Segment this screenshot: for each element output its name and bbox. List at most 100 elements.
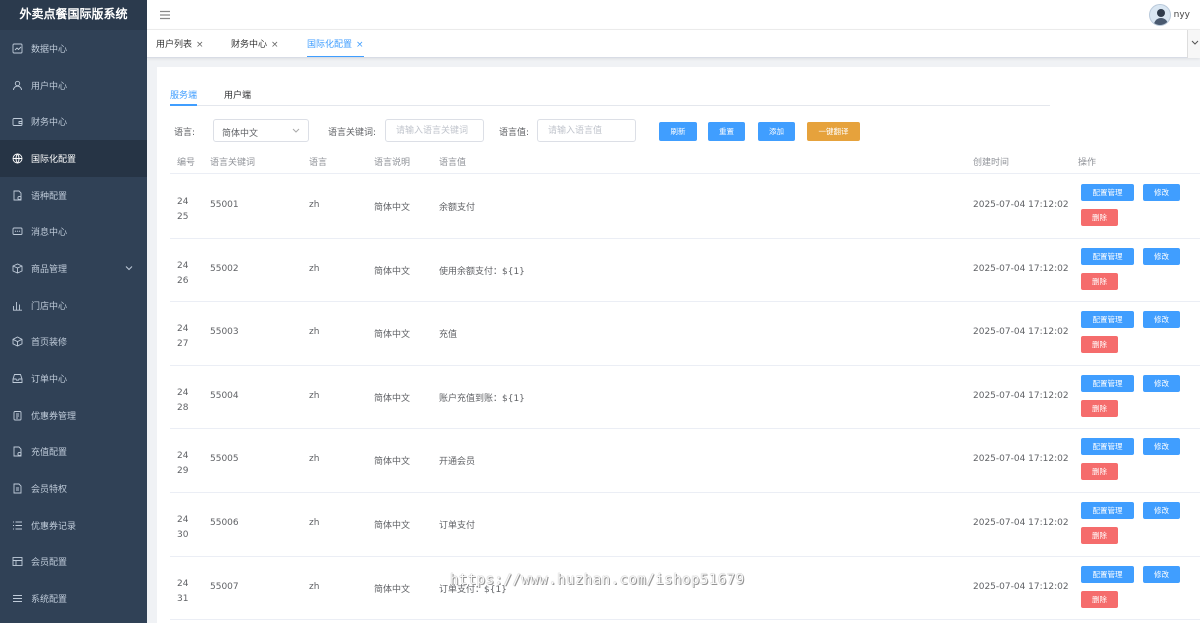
delete-button[interactable]: 删除	[1081, 399, 1118, 417]
config-button[interactable]: 配置管理	[1081, 311, 1134, 329]
sidebar-item[interactable]: 系统配置	[0, 580, 147, 617]
cell-created: 2025-07-04 17:12:02	[973, 327, 1069, 338]
delete-button[interactable]: 删除	[1081, 272, 1118, 290]
edit-button[interactable]: 修改	[1143, 374, 1180, 392]
sidebar-item[interactable]: 会员配置	[0, 544, 147, 581]
tab-finance[interactable]: 财务中心 ×	[231, 37, 279, 57]
sidebar-item[interactable]: 国际化配置	[0, 140, 147, 177]
sidebar-item[interactable]: 财务中心	[0, 103, 147, 140]
cell-key: 55003	[210, 327, 239, 338]
cell-value: 账户充值到账：${1}	[439, 393, 525, 404]
subtab-server[interactable]: 服务端	[170, 88, 198, 106]
config-button[interactable]: 配置管理	[1081, 565, 1134, 583]
value-label: 语言值:	[499, 128, 530, 138]
language-select[interactable]: 简体中文	[213, 119, 309, 142]
sidebar-item-label: 订单中心	[31, 375, 68, 386]
tabs-bar: 用户列表 × 财务中心 × 国际化配置 ×	[147, 30, 1200, 58]
cell-key: 55007	[210, 581, 239, 592]
table-row: 2425 55001 zh 简体中文 余额支付 2025-07-04 17:12:02 配置…	[170, 175, 1200, 239]
chevron-down-icon	[1191, 40, 1199, 45]
delete-button[interactable]: 删除	[1081, 463, 1118, 481]
delete-button[interactable]: 删除	[1081, 336, 1118, 354]
config-button[interactable]: 配置管理	[1081, 374, 1134, 392]
cell-lang: zh	[309, 454, 320, 465]
close-icon[interactable]: ×	[271, 40, 279, 50]
cell-lang: zh	[309, 327, 320, 338]
config-button[interactable]: 配置管理	[1081, 502, 1134, 519]
sidebar-item-label: 会员特权	[31, 485, 68, 496]
avatar[interactable]	[1148, 4, 1171, 26]
doc-gear-icon	[12, 446, 23, 457]
edit-button[interactable]: 修改	[1143, 502, 1180, 519]
sidebar: 外卖点餐国际版系统 数据中心用户中心财务中心国际化配置语种配置消息中心 商品管理门…	[0, 0, 147, 623]
keyword-label: 语言关键词:	[328, 128, 377, 138]
delete-button[interactable]: 删除	[1081, 590, 1118, 608]
table-header: 编号 语言关键词 语言 语言说明 语言值 创建时间 操作	[170, 151, 1200, 174]
table-row: 2427 55003 zh 简体中文 充值 2025-07-04 17:12:02 配置管理…	[170, 302, 1200, 366]
globe-icon	[12, 153, 23, 164]
box-icon	[12, 263, 23, 274]
bar-chart-icon	[12, 300, 23, 311]
sidebar-item[interactable]: 充值配置	[0, 434, 147, 471]
close-icon[interactable]: ×	[356, 40, 364, 50]
cell-key: 55004	[210, 390, 239, 401]
cell-desc: 简体中文	[374, 203, 411, 213]
value-input[interactable]	[537, 119, 636, 142]
doc-gear-icon	[12, 190, 23, 201]
sidebar-item-label: 门店中心	[31, 301, 68, 312]
sidebar-item[interactable]: 数据中心	[0, 30, 147, 67]
sidebar-item-label: 用户中心	[31, 81, 68, 92]
close-icon[interactable]: ×	[196, 40, 204, 50]
user-menu[interactable]: nyy	[1148, 4, 1190, 26]
add-button[interactable]: 添加	[758, 122, 795, 141]
keyword-input[interactable]	[385, 119, 484, 142]
cell-value: 订单支付：${1}	[439, 584, 507, 595]
config-button[interactable]: 配置管理	[1081, 438, 1134, 456]
sidebar-item[interactable]: 商品管理	[0, 250, 147, 287]
edit-button[interactable]: 修改	[1143, 247, 1180, 265]
col-created: 创建时间	[973, 158, 1010, 168]
config-button[interactable]: 配置管理	[1081, 247, 1134, 265]
edit-button[interactable]: 修改	[1143, 438, 1180, 456]
sidebar-item[interactable]: 会员特权	[0, 470, 147, 507]
sidebar-item[interactable]: 优惠券记录	[0, 507, 147, 544]
tabs-more-button[interactable]	[1187, 30, 1200, 58]
sidebar-item[interactable]: 优惠券管理	[0, 397, 147, 434]
table-row: 2426 55002 zh 简体中文 使用余额支付：${1} 2025-07-04 17:…	[170, 239, 1200, 303]
edit-button[interactable]: 修改	[1143, 311, 1180, 329]
sidebar-item-label: 语种配置	[31, 191, 68, 202]
edit-button[interactable]: 修改	[1143, 184, 1180, 201]
edit-button[interactable]: 修改	[1143, 565, 1180, 583]
reset-button[interactable]: 重置	[708, 122, 745, 141]
sidebar-item-label: 国际化配置	[31, 154, 77, 165]
cell-id: 2431	[177, 578, 189, 604]
sidebar-item-label: 系统配置	[31, 595, 68, 606]
sidebar-item[interactable]: 订单中心	[0, 360, 147, 397]
table-row: 2429 55005 zh 简体中文 开通会员 2025-07-04 17:12:02 配置…	[170, 429, 1200, 493]
tab-i18n[interactable]: 国际化配置 ×	[307, 37, 364, 57]
cell-id: 2428	[177, 387, 189, 413]
app-title: 外卖点餐国际版系统	[0, 0, 147, 30]
col-lang: 语言	[309, 158, 328, 168]
subtabs: 服务端 用户端	[170, 86, 1050, 106]
refresh-button[interactable]: 刷新	[659, 122, 697, 141]
chart-icon	[12, 43, 23, 54]
sidebar-item[interactable]: 用户中心	[0, 67, 147, 104]
translate-button[interactable]: 一键翻译	[807, 122, 860, 141]
cell-desc: 简体中文	[374, 584, 411, 595]
cube-icon	[12, 336, 23, 347]
delete-button[interactable]: 删除	[1081, 527, 1118, 544]
subtab-client[interactable]: 用户端	[224, 88, 251, 106]
sidebar-item[interactable]: 首页装修	[0, 324, 147, 361]
sidebar-item[interactable]: 消息中心	[0, 213, 147, 250]
cell-desc: 简体中文	[374, 521, 411, 531]
delete-button[interactable]: 删除	[1081, 209, 1118, 226]
cell-lang: zh	[309, 200, 320, 210]
config-button[interactable]: 配置管理	[1081, 184, 1134, 201]
col-key: 语言关键词	[210, 158, 256, 168]
tab-user-list[interactable]: 用户列表 ×	[156, 37, 204, 57]
sidebar-item[interactable]: 语种配置	[0, 177, 147, 214]
hamburger-icon[interactable]	[159, 9, 171, 21]
sidebar-item[interactable]: 门店中心	[0, 287, 147, 324]
cell-id: 2425	[177, 197, 189, 222]
